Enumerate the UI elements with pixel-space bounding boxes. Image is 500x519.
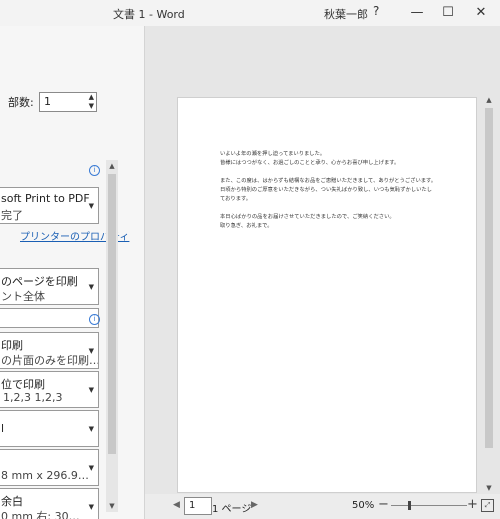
collate-select[interactable]: 位で印刷 1,2,3 1,2,3 ▼ [0, 371, 99, 408]
preview-line: ております。 [220, 196, 252, 202]
preview-line: 本日心ばかりの品をお届けさせていただきましたので、ご笑納ください。 [220, 214, 395, 220]
zoom-out-button[interactable]: − [378, 497, 389, 512]
pages-info-icon[interactable]: i [89, 314, 100, 325]
margins-select[interactable]: 余白 0 mm 右: 30… ▼ [0, 488, 99, 519]
preview-line: また、この度は、はからずも結構なお品をご恵贈いただきまして、ありがとうございます… [220, 178, 437, 184]
preview-line: 皆様にはつつがなく、お過ごしのことと承り、心からお喜び申し上げます。 [220, 160, 400, 166]
user-name[interactable]: 秋葉一郎 [324, 6, 368, 22]
printer-info-icon[interactable]: i [89, 165, 100, 176]
print-settings-pane: 部数: 1 ▲ ▼ i soft Print to PDF 完了 ▼ プリンター… [0, 26, 144, 519]
scroll-up-icon[interactable]: ▲ [106, 160, 118, 172]
copies-stepper[interactable]: 1 ▲ ▼ [39, 92, 97, 112]
copies-value: 1 [44, 95, 51, 108]
scroll-down-icon[interactable]: ▼ [106, 500, 118, 512]
zoom-slider-track[interactable] [391, 505, 467, 506]
paper-size-detail: 8 mm x 296.9… [1, 469, 89, 482]
close-button[interactable]: ✕ [466, 0, 496, 26]
orientation-select[interactable]: l ▼ [0, 410, 99, 447]
orientation-label: l [1, 422, 5, 435]
title-bar: 文書 1 - Word 秋葉一郎 ? — ☐ ✕ [0, 0, 500, 26]
preview-page: いよいよ年の瀬を押し迫ってまいりました。 皆様にはつつがなく、お過ごしのことと承… [177, 97, 477, 493]
print-sides-select[interactable]: 印刷 の片面のみを印刷… ▼ [0, 332, 99, 369]
minimize-button[interactable]: — [402, 0, 432, 26]
settings-scrollbar[interactable]: ▲ ▼ [106, 160, 118, 512]
zoom-level[interactable]: 50% [352, 500, 374, 511]
window-title: 文書 1 - Word [113, 8, 185, 21]
printer-select[interactable]: soft Print to PDF 完了 ▼ [0, 187, 99, 224]
zoom-slider-thumb[interactable] [408, 501, 411, 510]
next-page-icon[interactable]: ▶ [251, 500, 258, 510]
spin-down-icon[interactable]: ▼ [89, 103, 94, 110]
printer-name: soft Print to PDF [1, 192, 90, 205]
chevron-down-icon: ▼ [88, 424, 94, 433]
maximize-button[interactable]: ☐ [433, 0, 463, 26]
printer-status: 完了 [1, 209, 23, 222]
preview-line: 日頃から特別のご厚意をいただきながら、つい失礼ばかり致し、いつも気恥ずかしいたし [220, 187, 432, 193]
chevron-down-icon: ▼ [88, 463, 94, 472]
print-sides-detail: の片面のみを印刷… [1, 354, 99, 367]
chevron-down-icon: ▼ [88, 346, 94, 355]
chevron-down-icon: ▼ [88, 385, 94, 394]
scroll-up-icon[interactable]: ▲ [483, 94, 495, 106]
chevron-down-icon: ▼ [88, 201, 94, 210]
chevron-down-icon: ▼ [88, 282, 94, 291]
margins-label: 余白 [1, 495, 23, 508]
print-range-select[interactable]: のページを印刷 ント全体 ▼ [0, 268, 99, 305]
zoom-in-button[interactable]: + [467, 497, 478, 512]
page-count-label: 1 ページ [212, 504, 252, 515]
collate-label: 位で印刷 [1, 378, 45, 391]
paper-size-select[interactable]: 8 mm x 296.9… ▼ [0, 449, 99, 486]
copies-label: 部数: [8, 96, 34, 109]
spin-up-icon[interactable]: ▲ [89, 94, 94, 101]
print-sides-label: 印刷 [1, 339, 23, 352]
margins-detail: 0 mm 右: 30… [1, 510, 80, 519]
fit-page-icon[interactable]: ⤢ [481, 499, 494, 512]
print-range-label: のページを印刷 [1, 275, 78, 288]
current-page-input[interactable]: 1 [184, 497, 212, 515]
collate-detail: 1,2,3 1,2,3 [3, 391, 63, 404]
pages-input[interactable] [0, 308, 99, 328]
preview-scrollbar[interactable]: ▲ ▼ [483, 94, 495, 494]
settings-scroll-thumb[interactable] [108, 174, 116, 454]
preview-line: いよいよ年の瀬を押し迫ってまいりました。 [220, 151, 326, 157]
preview-line: 取り急ぎ、お礼まで。 [220, 223, 273, 229]
help-button[interactable]: ? [373, 4, 379, 18]
preview-status-bar: ◀ 1 1 ページ ▶ 50% − + ⤢ [145, 494, 500, 519]
previous-page-icon[interactable]: ◀ [173, 500, 180, 510]
preview-scroll-thumb[interactable] [485, 108, 493, 448]
chevron-down-icon: ▼ [88, 502, 94, 511]
scroll-down-icon[interactable]: ▼ [483, 482, 495, 494]
print-range-detail: ント全体 [1, 290, 45, 303]
